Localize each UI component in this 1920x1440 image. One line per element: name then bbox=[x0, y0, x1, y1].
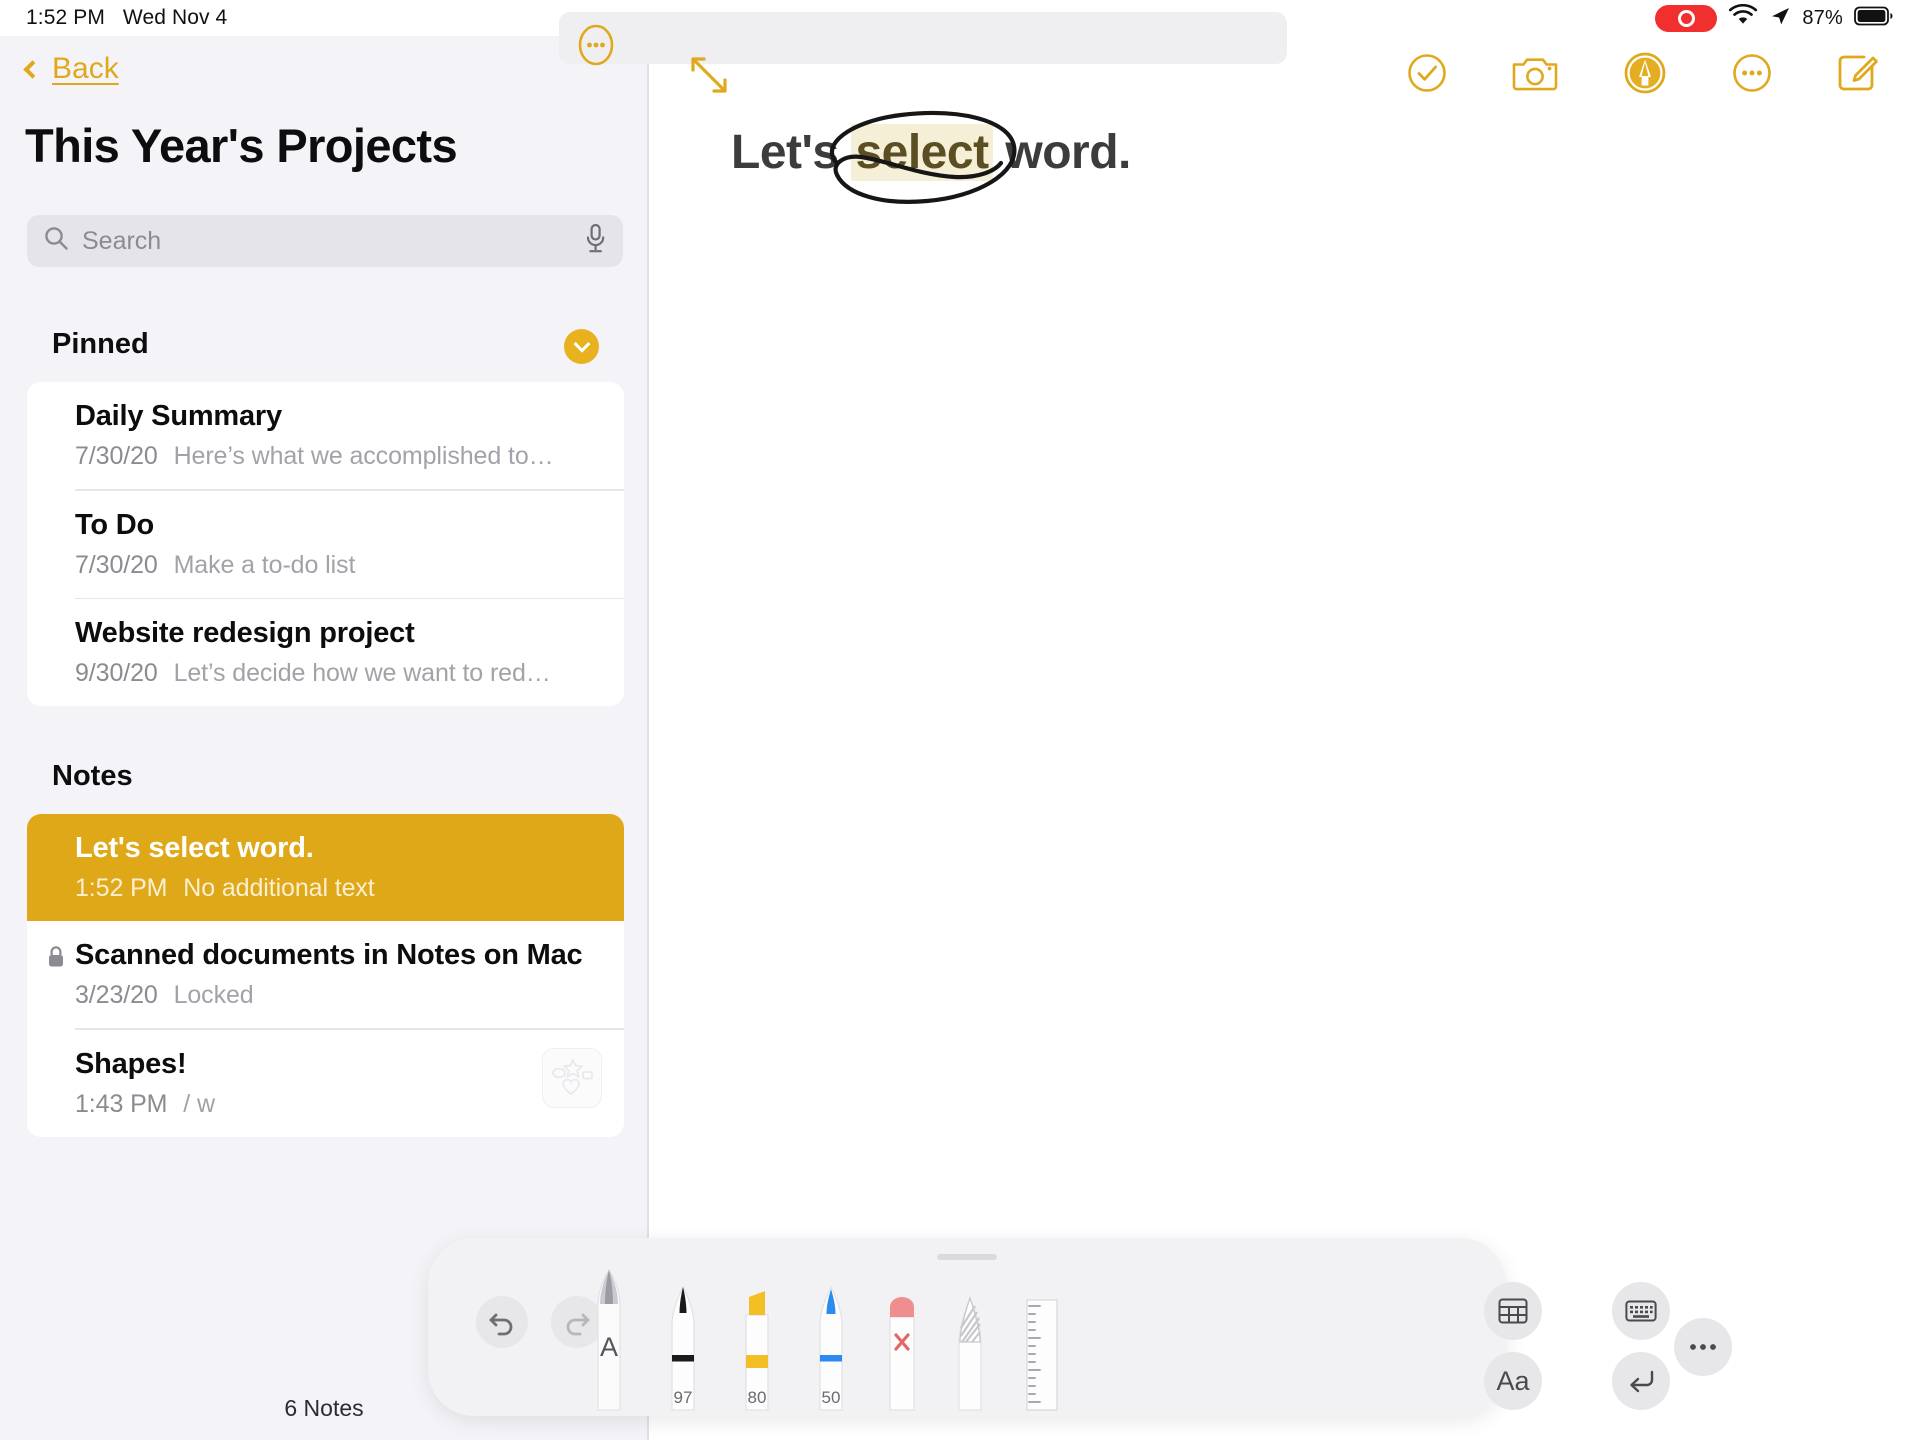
note-snippet: Let’s decide how we want to red… bbox=[173, 659, 551, 687]
table-icon bbox=[1498, 1298, 1528, 1324]
shapes-thumbnail-icon bbox=[542, 1047, 602, 1108]
undo-icon[interactable] bbox=[476, 1296, 528, 1348]
highlighter-tool[interactable]: 80 bbox=[728, 1281, 786, 1421]
list-item[interactable]: To Do 7/30/20 Make a to-do list bbox=[27, 491, 624, 598]
screen-recording-icon[interactable] bbox=[1655, 4, 1718, 32]
wifi-icon bbox=[1728, 3, 1758, 32]
list-item-selected[interactable]: Let's select word. 1:52 PM No additional… bbox=[27, 814, 624, 921]
note-heading-line: Let's select word. bbox=[731, 110, 1131, 204]
svg-text:97: 97 bbox=[674, 1388, 693, 1407]
note-title: Scanned documents in Notes on Mac bbox=[75, 939, 583, 971]
note-title: Shapes! bbox=[75, 1047, 187, 1080]
selected-word-highlight[interactable]: select bbox=[851, 124, 993, 181]
note-snippet: No additional text bbox=[183, 874, 375, 902]
status-date: Wed Nov 4 bbox=[122, 6, 228, 29]
note-date: 1:43 PM bbox=[75, 1089, 168, 1118]
note-title: Daily Summary bbox=[75, 400, 282, 432]
chevron-down-icon bbox=[573, 335, 590, 353]
note-subtitle: 1:52 PM No additional text bbox=[75, 874, 604, 903]
pinned-notes-card: Daily Summary 7/30/20 Here’s what we acc… bbox=[27, 382, 624, 706]
svg-text:80: 80 bbox=[748, 1388, 767, 1407]
battery-icon bbox=[1854, 6, 1894, 31]
battery-percent: 87% bbox=[1802, 6, 1843, 29]
svg-text:50: 50 bbox=[822, 1388, 841, 1407]
note-date: 9/30/20 bbox=[75, 659, 158, 687]
back-button[interactable]: Back bbox=[23, 52, 119, 86]
pinned-section-header: Pinned bbox=[52, 328, 149, 360]
note-text-before: Let's bbox=[731, 126, 852, 179]
note-date: 7/30/20 bbox=[75, 442, 158, 470]
editor-toolbar-background bbox=[559, 12, 1287, 64]
lock-icon bbox=[46, 945, 66, 974]
list-item[interactable]: Scanned documents in Notes on Mac 3/23/2… bbox=[27, 921, 624, 1028]
pinned-collapse-toggle[interactable] bbox=[564, 329, 599, 364]
eraser-tool[interactable] bbox=[876, 1291, 928, 1421]
insert-table-button[interactable] bbox=[1484, 1282, 1542, 1340]
more-ellipsis-icon[interactable] bbox=[1731, 52, 1773, 94]
note-snippet: Locked bbox=[173, 981, 254, 1009]
editor-right-toolbar bbox=[1406, 50, 1880, 96]
note-title: To Do bbox=[75, 508, 154, 541]
note-subtitle: 1:43 PM / w bbox=[75, 1090, 604, 1119]
search-icon bbox=[43, 225, 70, 257]
search-field[interactable]: Search bbox=[27, 215, 623, 267]
note-date: 3/23/20 bbox=[75, 981, 158, 1009]
ellipsis-icon bbox=[1690, 1344, 1716, 1350]
note-snippet: Here’s what we accomplished to… bbox=[173, 442, 554, 470]
pen-tool-strip: A 97 80 50 bbox=[580, 1264, 1070, 1421]
note-snippet: Make a to-do list bbox=[173, 550, 356, 579]
pen-tool[interactable]: 97 bbox=[654, 1281, 712, 1421]
note-subtitle: 9/30/20 Let’s decide how we want to red… bbox=[75, 659, 604, 688]
note-date: 7/30/20 bbox=[75, 550, 158, 579]
note-content-area[interactable]: Let's select word. bbox=[731, 110, 1831, 204]
text-style-button[interactable]: Aa bbox=[1484, 1352, 1542, 1410]
notes-card: Let's select word. 1:52 PM No additional… bbox=[27, 814, 624, 1137]
list-item[interactable]: Shapes! 1:43 PM / w bbox=[27, 1030, 624, 1137]
note-title: Let's select word. bbox=[75, 832, 314, 864]
list-item[interactable]: Website redesign project 9/30/20 Let’s d… bbox=[27, 599, 624, 706]
checklist-circle-icon[interactable] bbox=[1406, 52, 1448, 94]
ipad-notes-screen: 1:52 PM Wed Nov 4 87% Back This Year's P… bbox=[0, 0, 1920, 1440]
keyboard-button[interactable] bbox=[1612, 1282, 1670, 1340]
note-subtitle: 7/30/20 Make a to-do list bbox=[75, 551, 604, 580]
marker-tool[interactable]: 50 bbox=[802, 1281, 860, 1421]
note-subtitle: 3/23/20 Locked bbox=[75, 981, 604, 1010]
drawing-toolbar: A 97 80 50 Aa bbox=[428, 1238, 1732, 1416]
note-date: 1:52 PM bbox=[75, 874, 168, 902]
status-time: 1:52 PM bbox=[26, 6, 105, 29]
note-snippet: / w bbox=[183, 1089, 215, 1118]
return-arrow-icon bbox=[1630, 1370, 1654, 1393]
notes-section-header: Notes bbox=[52, 760, 133, 792]
lasso-select-tool[interactable] bbox=[944, 1288, 996, 1421]
text-aa-icon: Aa bbox=[1496, 1365, 1530, 1396]
return-button[interactable] bbox=[1612, 1352, 1670, 1410]
location-arrow-icon bbox=[1769, 5, 1791, 32]
search-placeholder: Search bbox=[82, 226, 162, 255]
note-text-after: word. bbox=[992, 126, 1131, 179]
back-button-label: Back bbox=[52, 52, 119, 85]
status-bar-right: 87% bbox=[1655, 3, 1894, 32]
list-item[interactable]: Daily Summary 7/30/20 Here’s what we acc… bbox=[27, 382, 624, 489]
note-subtitle: 7/30/20 Here’s what we accomplished to… bbox=[75, 442, 604, 471]
drag-handle[interactable] bbox=[937, 1254, 997, 1260]
ruler-tool[interactable] bbox=[1012, 1288, 1070, 1421]
camera-icon[interactable] bbox=[1511, 53, 1559, 93]
folder-title: This Year's Projects bbox=[25, 119, 458, 172]
note-title: Website redesign project bbox=[75, 617, 415, 649]
apple-pencil-tool[interactable]: A bbox=[580, 1264, 638, 1421]
compose-icon[interactable] bbox=[1836, 51, 1880, 95]
status-bar-left: 1:52 PM Wed Nov 4 bbox=[26, 6, 227, 30]
chevron-left-icon bbox=[23, 59, 42, 79]
more-options-button[interactable] bbox=[1674, 1318, 1732, 1376]
note-options-button[interactable] bbox=[573, 22, 619, 68]
keyboard-icon bbox=[1625, 1300, 1657, 1322]
microphone-icon[interactable] bbox=[584, 223, 607, 259]
svg-text:A: A bbox=[600, 1332, 618, 1362]
expand-note-button[interactable] bbox=[688, 54, 730, 101]
markup-pen-icon[interactable] bbox=[1622, 50, 1668, 96]
note-editor-pane bbox=[649, 36, 1920, 1440]
